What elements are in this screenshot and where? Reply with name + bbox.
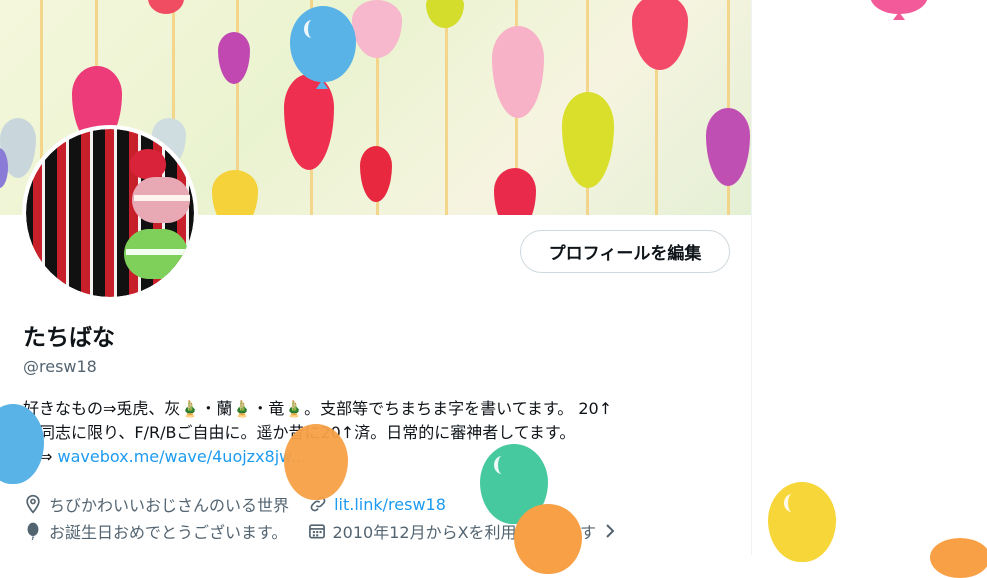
balloon-decoration [930, 538, 987, 578]
chevron-right-icon [606, 524, 615, 538]
balloon-decoration [768, 482, 836, 562]
avatar-image [26, 129, 194, 297]
balloon-decoration [514, 504, 582, 574]
location-pin-icon [26, 494, 40, 514]
edit-profile-button[interactable]: プロフィールを編集 [520, 230, 730, 273]
display-name: たちばな [23, 325, 115, 351]
balloon-decoration [284, 424, 348, 500]
profile-avatar[interactable] [22, 125, 198, 301]
website-link[interactable]: lit.link/resw18 [334, 495, 446, 514]
bio-line: の同志に限り、F/R/Bご自由に。遥か昔に20↑済。日常的に審神者してます。 [23, 421, 723, 445]
calendar-icon [308, 524, 325, 539]
profile-meta-row: ちびかわいいおじさんのいる世界 lit.link/resw18 [23, 492, 460, 518]
balloon-icon [27, 522, 39, 541]
user-handle: @resw18 [23, 357, 97, 376]
profile-bio: 好きなもの⇒兎虎、灰🎍・蘭🎍・竜🎍。支部等でちまちま字を書いてます。 20↑ の… [23, 397, 723, 469]
bio-line: 好きなもの⇒兎虎、灰🎍・蘭🎍・竜🎍。支部等でちまちま字を書いてます。 20↑ [23, 399, 613, 418]
bio-line: 箱⇒ wavebox.me/wave/4uojzx8jw... [23, 445, 723, 469]
birthday-item: お誕生日おめでとうございます。 [23, 519, 287, 543]
location-text: ちびかわいいおじさんのいる世界 [49, 496, 290, 515]
location-item: ちびかわいいおじさんのいる世界 [23, 492, 289, 516]
profile-column: プロフィールを編集 たちばな @resw18 好きなもの⇒兎虎、灰🎍・蘭🎍・竜🎍… [0, 0, 752, 555]
balloon-decoration [290, 6, 356, 82]
birthday-text: お誕生日おめでとうございます。 [49, 523, 288, 542]
wavebox-link[interactable]: wavebox.me/wave/4uojzx8jw... [58, 447, 307, 466]
